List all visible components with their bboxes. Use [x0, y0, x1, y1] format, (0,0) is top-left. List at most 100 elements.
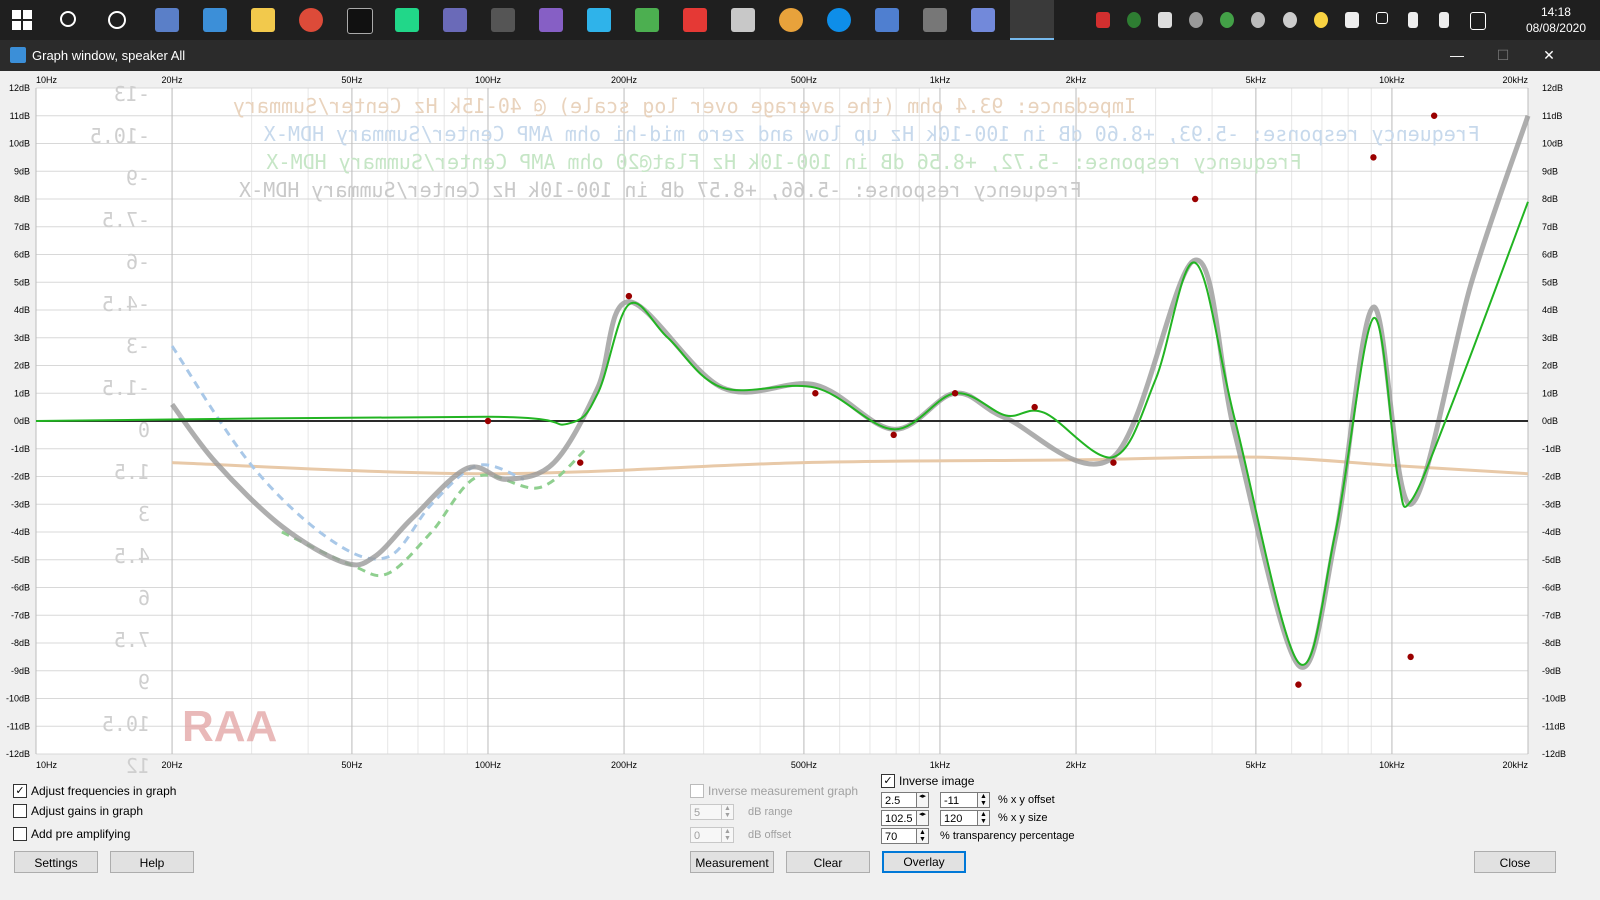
terminal-icon[interactable]: [347, 8, 373, 34]
eq-point[interactable]: [1407, 653, 1414, 661]
app-icon[interactable]: [491, 8, 515, 32]
measurement-button[interactable]: Measurement: [690, 851, 774, 873]
graph-area[interactable]: 10Hz 10Hz 20Hz 20Hz 50Hz 50Hz 100Hz 100Hz 200Hz 2…: [0, 71, 1600, 786]
app-icon[interactable]: [731, 8, 755, 32]
app-icon[interactable]: [587, 8, 611, 32]
db-offset-input[interactable]: 0: [690, 827, 722, 843]
db-tick-label: 4dB: [1542, 305, 1558, 315]
y-size-input[interactable]: 120: [940, 810, 978, 826]
stepper-arrows[interactable]: ◂▸: [917, 810, 929, 826]
x-offset-stepper[interactable]: 2.5 ◂▸: [881, 792, 929, 808]
discord-icon[interactable]: [971, 8, 995, 32]
y-offset-input[interactable]: -11: [940, 792, 978, 808]
app-icon[interactable]: [683, 8, 707, 32]
eq-point[interactable]: [951, 390, 959, 397]
x-offset-input[interactable]: 2.5: [881, 792, 917, 808]
adjust-frequencies-checkbox[interactable]: ✓ Adjust frequencies in graph: [13, 784, 176, 798]
cortana-icon[interactable]: [108, 11, 126, 29]
app-icon[interactable]: [635, 8, 659, 32]
inverse-image-checkbox[interactable]: ✓ Inverse image: [881, 774, 974, 788]
start-icon[interactable]: [12, 10, 32, 30]
app-icon[interactable]: [923, 8, 947, 32]
eq-point[interactable]: [1110, 459, 1117, 466]
transparency-input[interactable]: 70: [881, 828, 917, 844]
eq-point[interactable]: [812, 390, 819, 397]
overlay-scale-label: 6: [138, 586, 150, 610]
volume-icon[interactable]: [1408, 12, 1418, 28]
db-offset-stepper[interactable]: 0 ▲ ▼: [690, 827, 734, 843]
tray-icon[interactable]: [1189, 12, 1203, 28]
app-icon[interactable]: [779, 8, 803, 32]
minimize-button[interactable]: —: [1434, 40, 1480, 71]
checkbox-box[interactable]: [13, 827, 27, 841]
checkbox-box[interactable]: ✓: [13, 784, 27, 798]
eq-point[interactable]: [1295, 681, 1302, 688]
chevron-up-icon[interactable]: [1376, 12, 1388, 24]
freq-tick-label: 5kHz: [1246, 75, 1267, 85]
teamviewer-icon[interactable]: [827, 8, 851, 32]
tray-icon[interactable]: [1314, 12, 1328, 28]
visual-studio-icon[interactable]: [539, 8, 563, 32]
file-explorer-icon[interactable]: [251, 8, 275, 32]
usb-icon[interactable]: [1439, 12, 1449, 28]
settings-button[interactable]: Settings: [14, 851, 98, 873]
app-icon[interactable]: [443, 8, 467, 32]
shield-icon[interactable]: [1345, 12, 1359, 28]
eq-point[interactable]: [1191, 195, 1199, 203]
app-icon[interactable]: [155, 8, 179, 32]
close-window-button[interactable]: ✕: [1526, 40, 1572, 71]
tray-icon[interactable]: [1096, 12, 1110, 28]
transparency-stepper[interactable]: 70 ▲ ▼: [881, 828, 929, 844]
freq-tick-label: 20Hz: [162, 75, 184, 85]
inverse-measurement-graph-checkbox[interactable]: Inverse measurement graph: [690, 784, 858, 798]
tray-icon[interactable]: [1127, 12, 1141, 28]
y-size-stepper[interactable]: 120 ▲ ▼: [940, 810, 990, 826]
checkbox-box[interactable]: ✓: [881, 774, 895, 788]
discord-tray-icon[interactable]: [1158, 12, 1172, 28]
stepper-arrows[interactable]: ◂▸: [917, 792, 929, 808]
app-icon[interactable]: [875, 8, 899, 32]
stepper-arrows[interactable]: ▲ ▼: [978, 810, 990, 826]
stepper-arrows[interactable]: ▲ ▼: [978, 792, 990, 808]
overlay-scale-label: -1.5: [102, 376, 150, 400]
eq-point[interactable]: [1370, 154, 1377, 161]
eq-point[interactable]: [890, 431, 897, 439]
app-icon[interactable]: [1010, 0, 1054, 40]
network-icon[interactable]: [1470, 12, 1486, 30]
clock[interactable]: 14:18 08/08/2020: [1526, 4, 1586, 36]
app-icon[interactable]: [203, 8, 227, 32]
eq-point[interactable]: [625, 292, 633, 300]
freq-tick-label: 100Hz: [475, 75, 502, 85]
tray-icon[interactable]: [1283, 12, 1297, 28]
clear-button[interactable]: Clear: [786, 851, 870, 873]
overlay-scale-label: -9: [126, 166, 150, 190]
steam-icon[interactable]: [1251, 12, 1265, 28]
db-range-stepper[interactable]: 5 ▲ ▼: [690, 804, 734, 820]
close-button[interactable]: Close: [1474, 851, 1556, 873]
x-size-stepper[interactable]: 102.5 ◂▸: [881, 810, 929, 826]
chrome-icon[interactable]: [299, 8, 323, 32]
db-tick-label: -7dB: [11, 610, 30, 620]
db-range-input[interactable]: 5: [690, 804, 722, 820]
overlay-button[interactable]: Overlay: [882, 851, 966, 873]
freq-tick-label: 10kHz: [1379, 75, 1405, 85]
pycharm-icon[interactable]: [395, 8, 419, 32]
y-offset-stepper[interactable]: -11 ▲ ▼: [940, 792, 990, 808]
stepper-arrows[interactable]: ▲ ▼: [722, 827, 734, 843]
maximize-button[interactable]: ☐: [1480, 40, 1526, 71]
checkbox-box[interactable]: [690, 784, 704, 798]
eq-point[interactable]: [577, 459, 584, 466]
stepper-arrows[interactable]: ▲ ▼: [722, 804, 734, 820]
help-button[interactable]: Help: [110, 851, 194, 873]
frequency-response-graph[interactable]: 10Hz 10Hz 20Hz 20Hz 50Hz 50Hz 100Hz 100Hz 200Hz 2…: [0, 71, 1600, 786]
eq-point[interactable]: [484, 417, 492, 425]
search-icon[interactable]: [60, 11, 76, 27]
tray-icon[interactable]: [1220, 12, 1234, 28]
adjust-gains-checkbox[interactable]: Adjust gains in graph: [13, 804, 143, 818]
eq-point[interactable]: [1031, 403, 1038, 411]
eq-point[interactable]: [1430, 112, 1438, 119]
add-pre-amplifying-checkbox[interactable]: Add pre amplifying: [13, 827, 130, 841]
stepper-arrows[interactable]: ▲ ▼: [917, 828, 929, 844]
x-size-input[interactable]: 102.5: [881, 810, 917, 826]
checkbox-box[interactable]: [13, 804, 27, 818]
